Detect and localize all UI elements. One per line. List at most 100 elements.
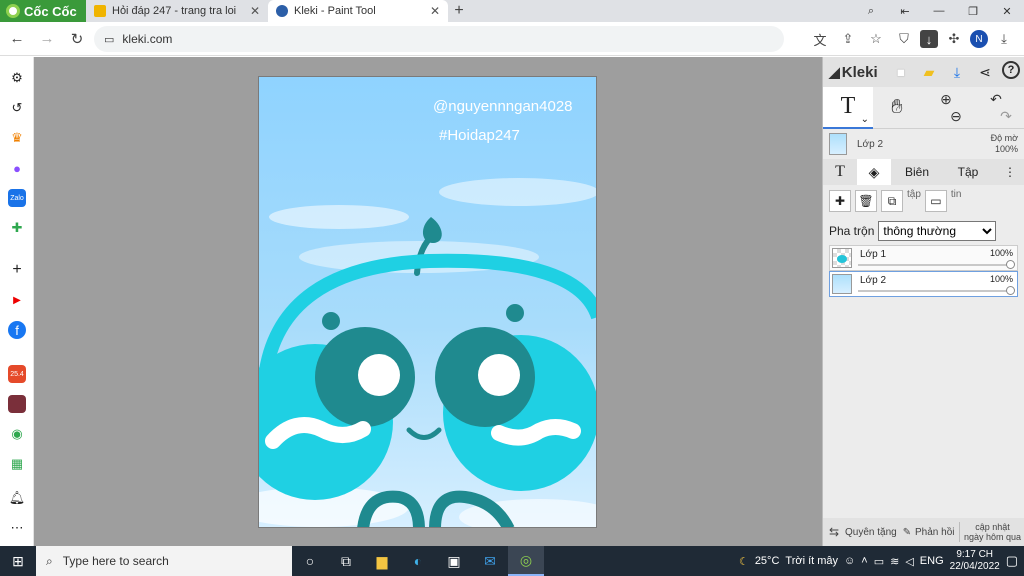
address-input[interactable]: ▭ kleki.com — [94, 26, 784, 52]
shield-icon[interactable]: ⛉ — [892, 26, 916, 52]
settings-gear-icon[interactable]: ⚙ — [8, 69, 26, 87]
tab-file[interactable]: Tập — [943, 159, 993, 185]
downloads-icon[interactable]: ⤓ — [992, 26, 1016, 52]
tab-search-icon[interactable]: ⌕ — [854, 0, 888, 22]
bookmark-star-icon[interactable]: ☆ — [864, 26, 888, 52]
delete-layer-button[interactable]: 🗑︎ — [855, 190, 877, 212]
tab-title: Kleki - Paint Tool — [294, 5, 376, 17]
cortana-icon[interactable]: ○ — [292, 546, 328, 576]
sheets-icon[interactable]: ▦ — [8, 455, 26, 473]
save-download-icon[interactable]: ⤓ — [946, 61, 968, 83]
kleki-logo[interactable]: ◢ Kleki — [829, 64, 878, 81]
layer-opacity-slider[interactable] — [858, 286, 1015, 295]
crown-icon[interactable]: ♛ — [8, 129, 26, 147]
messenger-icon[interactable]: ● — [8, 159, 26, 177]
new-image-icon[interactable]: ■ — [890, 61, 912, 83]
back-button[interactable]: ← — [4, 26, 30, 52]
tab-kleki[interactable]: Kleki - Paint Tool ✕ — [268, 0, 448, 22]
swap-icon[interactable]: ⇆ — [823, 525, 845, 539]
drawing-canvas[interactable]: @nguyennngan4028 #Hoidap247 — [258, 76, 597, 528]
rename-layer-button[interactable]: ▭ — [924, 190, 947, 212]
battery-icon[interactable]: ▭ — [874, 555, 884, 568]
restore-icon[interactable]: ⇤ — [888, 0, 922, 22]
user-app-icon[interactable] — [8, 395, 26, 413]
extensions-icon[interactable]: ✣ — [942, 26, 966, 52]
merge-layer-label[interactable]: tập — [907, 189, 921, 200]
layer-item-selected[interactable]: Lớp 2 100% — [829, 271, 1018, 297]
donate-link[interactable]: Quyên tặng — [845, 527, 899, 538]
left-eye-highlight — [358, 354, 400, 396]
add-layer-button[interactable]: ✚ — [829, 190, 851, 212]
help-icon[interactable]: ? — [1002, 61, 1020, 79]
more-vertical-icon[interactable]: ⋮ — [996, 159, 1024, 185]
feedback-icon[interactable]: ✎ — [899, 527, 915, 538]
close-tab-icon[interactable]: ✕ — [430, 4, 440, 18]
coccoc-map-icon[interactable]: ◉ — [8, 425, 26, 443]
site-info-icon[interactable]: ▭ — [104, 33, 114, 46]
zalo-icon[interactable]: Zalo — [8, 189, 26, 207]
clock-date: 22/04/2022 — [949, 561, 1000, 572]
facebook-icon[interactable]: f — [8, 321, 26, 339]
task-view-icon[interactable]: ⧉ — [328, 546, 364, 576]
zoom-out-icon[interactable]: ⊖ — [950, 108, 962, 124]
more-icon[interactable]: ⋯ — [8, 519, 26, 537]
hand-tool-icon[interactable]: ✋︎ — [873, 96, 921, 119]
tool-row: T ⌄ ✋︎ ⊕ ⊖ ↶ ↷ — [823, 86, 1024, 129]
start-button[interactable]: ⊞ — [0, 546, 36, 576]
profile-avatar[interactable]: N — [970, 30, 988, 48]
canvas-workspace[interactable]: @nguyennngan4028 #Hoidap247 — [34, 57, 822, 546]
close-window-button[interactable]: ✕ — [990, 0, 1024, 22]
edge-icon[interactable]: ◐ — [400, 546, 436, 576]
zoom-in-icon[interactable]: ⊕ — [940, 91, 952, 107]
slider-knob[interactable] — [1006, 286, 1015, 295]
translate-icon[interactable]: 文 — [808, 26, 832, 52]
clock[interactable]: 9:17 CH 22/04/2022 — [950, 549, 1000, 573]
mail-icon[interactable]: ✉ — [472, 546, 508, 576]
text-tool-button[interactable]: T ⌄ — [823, 86, 873, 129]
slider-knob[interactable] — [1006, 260, 1015, 269]
minimize-button[interactable]: — — [922, 0, 956, 22]
download-site-icon[interactable]: ↓ — [920, 30, 938, 48]
new-tab-button[interactable]: + — [448, 2, 470, 20]
tab-layers[interactable]: ◈ — [857, 159, 891, 185]
game-controller-icon[interactable]: ✚ — [8, 219, 26, 237]
blend-mode-select[interactable]: thông thường — [878, 221, 997, 241]
store-icon[interactable]: ▣ — [436, 546, 472, 576]
volume-icon[interactable]: ◁ — [905, 555, 913, 568]
changelog-link[interactable]: cập nhật ngày hôm qua — [959, 522, 1023, 542]
notification-center-icon[interactable]: ▢ — [1006, 553, 1018, 569]
add-sidebar-app-icon[interactable]: + — [8, 261, 26, 279]
weather-desc[interactable]: Trời ít mây — [785, 555, 838, 567]
file-explorer-icon[interactable]: ▆ — [364, 546, 400, 576]
layer-info-label[interactable]: tin — [951, 189, 962, 200]
maximize-button[interactable]: ❐ — [956, 0, 990, 22]
share-icon[interactable]: ⋖ — [974, 61, 996, 83]
redo-icon[interactable]: ↷ — [1000, 108, 1012, 124]
undo-icon[interactable]: ↶ — [990, 91, 1002, 107]
chevron-down-icon[interactable]: ⌄ — [861, 114, 869, 125]
notifications-bell-icon[interactable]: 🔔︎ — [8, 489, 26, 507]
youtube-icon[interactable]: ▶ — [8, 291, 26, 309]
weather-temp[interactable]: 25°C — [755, 555, 780, 567]
taskbar-search[interactable]: ⌕ Type here to search — [36, 546, 292, 576]
close-tab-icon[interactable]: ✕ — [250, 4, 260, 18]
forward-button[interactable]: → — [34, 26, 60, 52]
coccoc-taskbar-icon[interactable]: ◎ — [508, 546, 544, 576]
wifi-icon[interactable]: ≋ — [890, 555, 899, 568]
duplicate-layer-button[interactable]: ⧉ — [881, 190, 903, 212]
browser-brand[interactable]: Cốc Cốc — [0, 0, 86, 22]
tab-tool-settings[interactable]: T — [823, 159, 857, 185]
reload-button[interactable]: ↻ — [64, 26, 90, 52]
tab-edit[interactable]: Biên — [891, 159, 943, 185]
layer-opacity-slider[interactable] — [858, 260, 1015, 269]
language-indicator[interactable]: ENG — [920, 555, 944, 567]
share-icon[interactable]: ⇪ — [836, 26, 860, 52]
open-folder-icon[interactable]: ▰ — [918, 61, 940, 83]
history-icon[interactable]: ↺ — [8, 99, 26, 117]
show-hidden-icon[interactable]: ˄ — [861, 555, 867, 567]
feedback-link[interactable]: Phản hồi — [915, 527, 959, 538]
layer-item[interactable]: Lớp 1 100% — [829, 245, 1018, 271]
shopee-icon[interactable]: 25.4 — [8, 365, 26, 383]
tab-hoidap247[interactable]: Hỏi đáp 247 - trang tra loi ✕ — [86, 0, 268, 22]
people-icon[interactable]: ☺ — [844, 555, 855, 567]
